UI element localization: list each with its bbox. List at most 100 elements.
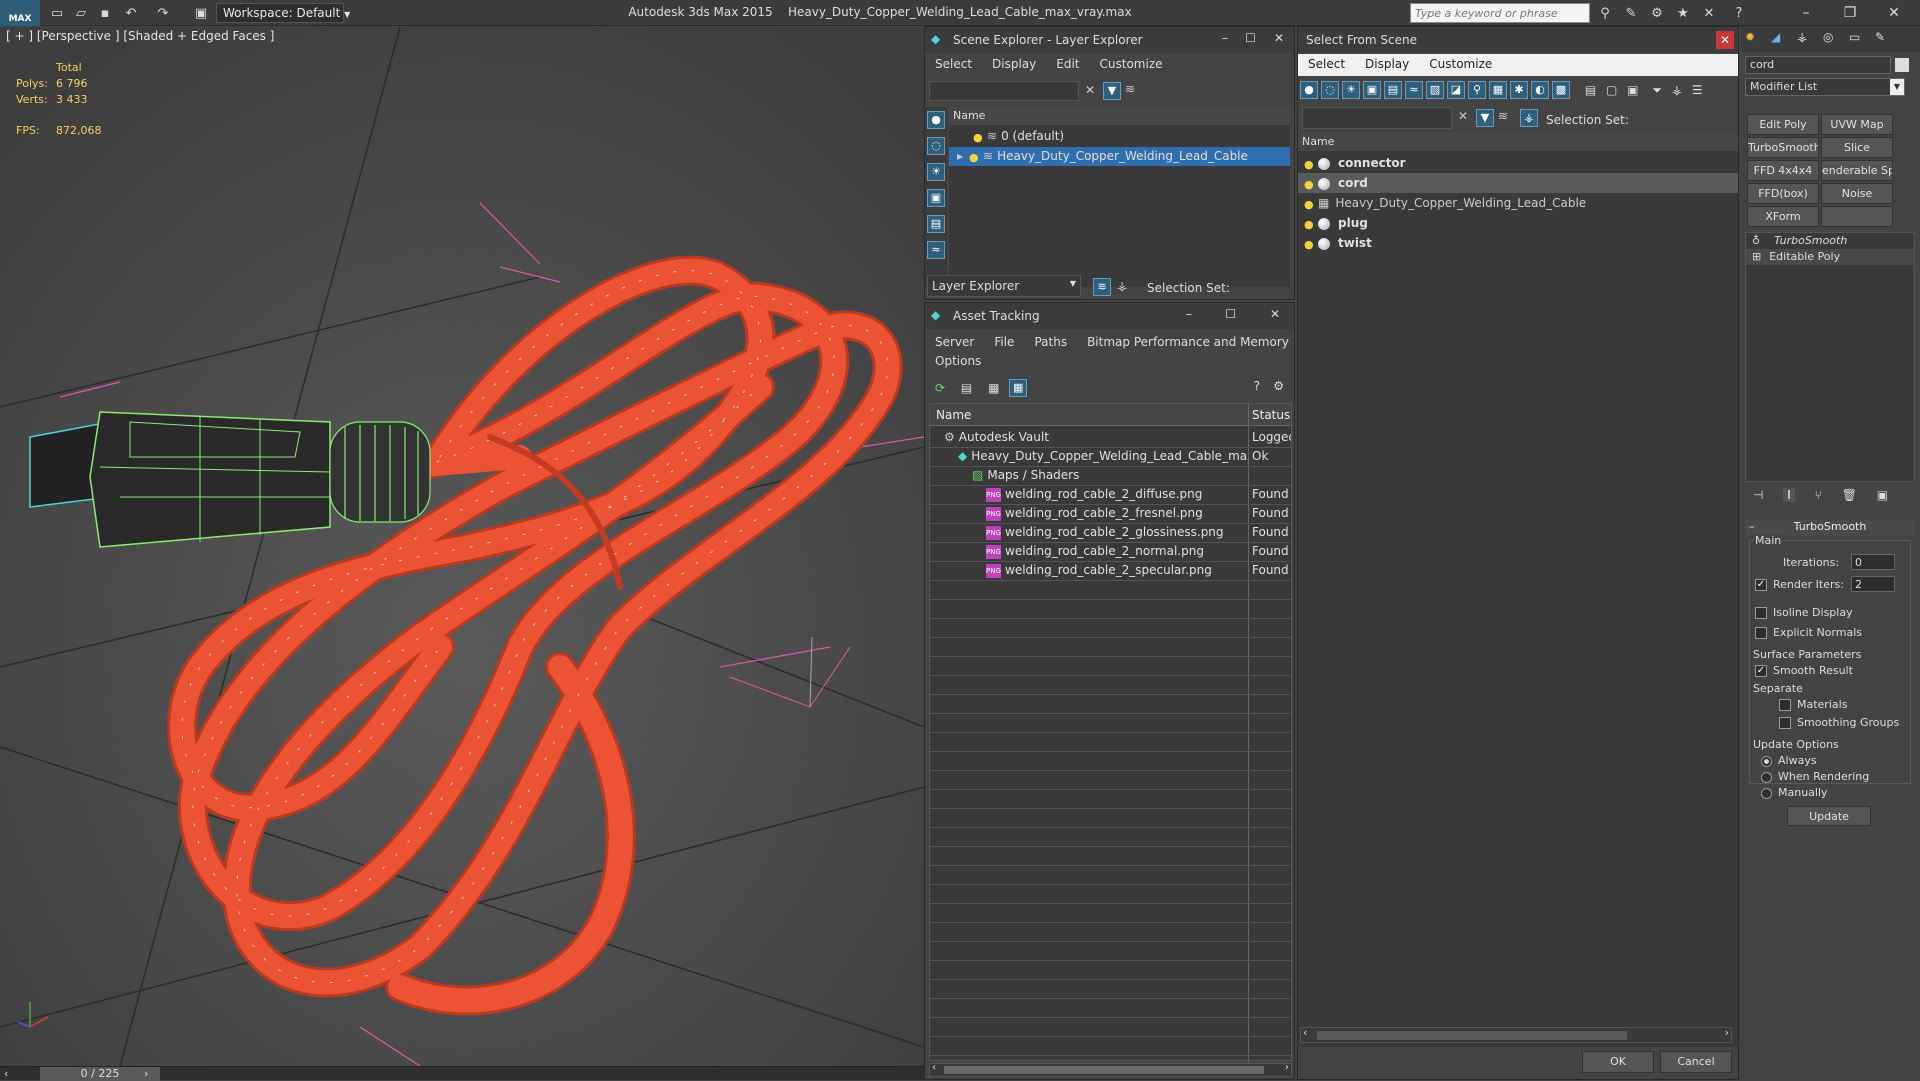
tools-icon[interactable]: ✎ <box>1622 4 1640 22</box>
name-filter-input[interactable] <box>1302 107 1452 129</box>
collapse-icon[interactable]: – <box>1749 520 1755 533</box>
chevron-left-icon[interactable]: ‹ <box>4 1067 8 1080</box>
asset-row[interactable]: PNG welding_rod_cable_2_fresnel.png <box>930 504 1248 523</box>
modifier-button[interactable]: Edit Poly <box>1747 114 1819 135</box>
explorer-type-dropdown[interactable]: Layer Explorer ▼ <box>927 275 1081 297</box>
configure-sets-icon[interactable]: ▣ <box>1877 488 1888 502</box>
minimize-icon[interactable]: – <box>1222 31 1228 45</box>
stack-item-editable-poly[interactable]: ⊞ Editable Poly <box>1746 249 1914 265</box>
horizontal-scrollbar[interactable]: ‹ › <box>929 1062 1292 1077</box>
new-file-icon[interactable]: ▭ <box>48 4 66 22</box>
ok-button[interactable]: OK <box>1582 1051 1654 1073</box>
bone-filter-icon[interactable]: ⚲ <box>1468 81 1486 99</box>
chevron-right-icon[interactable]: ▸ <box>957 149 963 163</box>
maximize-icon[interactable]: ☐ <box>1225 307 1236 321</box>
layers-icon[interactable]: ≋ <box>1125 82 1135 96</box>
spacewarp-filter-icon[interactable]: ≈ <box>927 241 945 259</box>
menu-options[interactable]: Options <box>935 354 981 368</box>
scrollbar-thumb[interactable] <box>1317 1031 1627 1040</box>
maximize-icon[interactable]: ❐ <box>1836 3 1864 23</box>
modifier-list-dropdown[interactable]: Modifier List ▼ <box>1745 78 1905 96</box>
modifier-button[interactable]: UVW Map <box>1821 114 1893 135</box>
close-icon[interactable]: ✕ <box>1716 31 1734 49</box>
menu-bitmap-performance[interactable]: Bitmap Performance and Memory <box>1087 335 1289 349</box>
asset-row[interactable]: ◆ Heavy_Duty_Copper_Welding_Lead_Cable_ma… <box>930 447 1248 466</box>
render-iters-spinner[interactable]: 2 <box>1851 576 1895 592</box>
lightbulb-icon[interactable]: ● <box>973 131 983 144</box>
hierarchy-icon[interactable]: ⚶ <box>1117 279 1127 293</box>
isoline-checkbox[interactable] <box>1755 607 1767 619</box>
details-icon[interactable]: ▦ <box>988 381 999 395</box>
list-icon[interactable]: ▤ <box>961 381 972 395</box>
hierarchy-icon[interactable]: ⚶ <box>1520 109 1538 127</box>
asset-row[interactable]: PNG welding_rod_cable_2_glossiness.png <box>930 523 1248 542</box>
stack-item-turbosmooth[interactable]: ♁ TurboSmooth <box>1746 233 1914 249</box>
maximize-icon[interactable]: ☐ <box>1245 31 1256 45</box>
help-icon[interactable]: ? <box>1254 379 1260 393</box>
workspace-dropdown[interactable]: Workspace: Default ▼ <box>216 3 350 23</box>
binoculars-icon[interactable]: ⚲ <box>1596 4 1614 22</box>
layers-icon[interactable]: ≋ <box>1498 109 1508 123</box>
materials-checkbox[interactable] <box>1779 699 1791 711</box>
layer-manager-icon[interactable]: ≋ <box>1093 278 1111 296</box>
menu-file[interactable]: File <box>994 335 1014 349</box>
display-tab-icon[interactable]: ▭ <box>1849 30 1860 44</box>
always-radio[interactable] <box>1761 755 1772 767</box>
help-icon[interactable]: ? <box>1730 4 1748 22</box>
smoothing-groups-checkbox[interactable] <box>1779 717 1791 729</box>
menu-select[interactable]: Select <box>1308 57 1345 71</box>
utilities-tab-icon[interactable]: ✎ <box>1875 30 1885 44</box>
object-row[interactable]: ● cord <box>1298 173 1738 193</box>
perspective-viewport[interactable]: [ + ] [Perspective ] [Shaded + Edged Fac… <box>0 27 924 1066</box>
iterations-spinner[interactable]: 0 <box>1851 554 1895 570</box>
app-logo[interactable]: MAX <box>0 0 40 26</box>
modifier-button[interactable]: FFD 4x4x4 <box>1747 160 1819 181</box>
undo-icon[interactable]: ↶ <box>122 4 140 22</box>
asset-row[interactable]: PNG welding_rod_cable_2_normal.png <box>930 542 1248 561</box>
scrollbar-thumb[interactable] <box>944 1066 1264 1074</box>
clear-icon[interactable]: ✕ <box>1458 109 1468 123</box>
select-invert-icon[interactable]: ▣ <box>1627 83 1638 97</box>
light-filter-icon[interactable]: ☀ <box>927 163 945 181</box>
lightbulb-icon[interactable]: ● <box>1304 238 1314 251</box>
object-name-input[interactable]: cord <box>1745 56 1891 74</box>
menu-display[interactable]: Display <box>1365 57 1409 71</box>
chevron-left-icon[interactable]: ‹ <box>932 1062 936 1073</box>
close-icon[interactable]: ✕ <box>1270 307 1280 321</box>
close-icon[interactable]: ✕ <box>1880 3 1908 23</box>
modifier-button[interactable] <box>1821 206 1893 227</box>
settings-icon[interactable]: ⚙ <box>1273 379 1284 393</box>
smooth-result-checkbox[interactable]: ✓ <box>1755 665 1767 677</box>
modifier-button[interactable]: enderable Splin <box>1821 160 1893 181</box>
update-button[interactable]: Update <box>1787 806 1871 826</box>
lightbulb-icon[interactable]: ♁ <box>1752 234 1760 247</box>
modifier-button[interactable]: Slice <box>1821 137 1893 158</box>
camera-filter-icon[interactable]: ▣ <box>927 189 945 207</box>
remove-modifier-icon[interactable]: 🗑 <box>1842 488 1857 502</box>
modifier-button[interactable]: Noise <box>1821 183 1893 204</box>
col-name[interactable]: Name <box>936 408 971 422</box>
chevron-right-icon[interactable]: › <box>1285 1062 1289 1073</box>
select-all-icon[interactable]: ▤ <box>1585 83 1596 97</box>
menu-edit[interactable]: Edit <box>1056 57 1079 71</box>
lightbulb-icon[interactable]: ● <box>1304 158 1314 171</box>
sphere-filter-icon[interactable]: ● <box>927 111 945 129</box>
lightbulb-icon[interactable]: ● <box>1304 218 1314 231</box>
menu-server[interactable]: Server <box>935 335 974 349</box>
signin-icon[interactable]: ⚙ <box>1648 4 1666 22</box>
options-icon[interactable]: ☰ <box>1692 83 1703 97</box>
xref-filter-icon[interactable]: ◪ <box>1447 81 1465 99</box>
horizontal-scrollbar[interactable]: ‹ › <box>1300 1026 1732 1043</box>
asset-row[interactable]: PNG welding_rod_cable_2_specular.png <box>930 561 1248 580</box>
filter-input[interactable] <box>929 81 1079 101</box>
modifier-button[interactable]: XForm <box>1747 206 1819 227</box>
menu-display[interactable]: Display <box>992 57 1036 71</box>
search-input[interactable]: Type a keyword or phrase <box>1410 3 1590 23</box>
object-row[interactable]: ● plug <box>1298 213 1738 233</box>
camera-filter-icon[interactable]: ▣ <box>1363 81 1381 99</box>
layer-row-cable[interactable]: ▸ ● ≋ Heavy_Duty_Copper_Welding_Lead_Cable <box>949 147 1290 166</box>
asset-row[interactable]: ▧ Maps / Shaders <box>930 466 1248 485</box>
chevron-left-icon[interactable]: ‹ <box>1303 1026 1307 1039</box>
render-iters-checkbox[interactable]: ✓ <box>1755 579 1767 591</box>
redo-icon[interactable]: ↷ <box>154 4 172 22</box>
